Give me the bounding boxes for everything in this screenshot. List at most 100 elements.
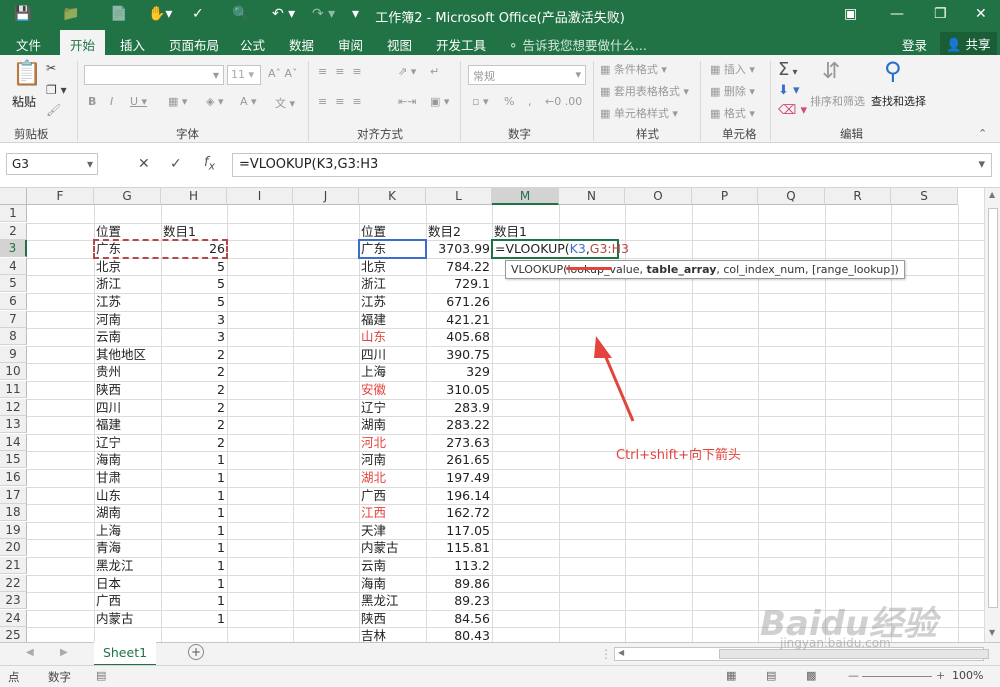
sign-in-link[interactable]: 登录: [902, 35, 927, 54]
table2-name[interactable]: 湖南: [361, 416, 424, 433]
macro-record-icon[interactable]: ▤: [96, 669, 106, 682]
active-cell-m3-editor[interactable]: =VLOOKUP(K3,G3:H3: [491, 239, 629, 259]
page-break-view-icon[interactable]: ▩: [806, 669, 816, 682]
column-header-p[interactable]: P: [692, 188, 758, 205]
normal-view-icon[interactable]: ▦: [726, 669, 736, 682]
row-header-2[interactable]: 2: [0, 222, 27, 240]
column-header-i[interactable]: I: [227, 188, 293, 205]
table1-value[interactable]: 1: [163, 487, 225, 504]
vertical-align-icons[interactable]: ≡≡≡: [318, 65, 370, 78]
tab-developer[interactable]: 开发工具: [436, 35, 486, 54]
minimize-icon[interactable]: —: [890, 6, 904, 22]
row-header-25[interactable]: 25: [0, 627, 27, 642]
column-header-h[interactable]: H: [161, 188, 227, 205]
table1-name[interactable]: 山东: [96, 487, 159, 504]
tab-splitter-icon[interactable]: ⋮: [600, 647, 612, 661]
table2-value[interactable]: 273.63: [428, 434, 490, 451]
table2-value[interactable]: 162.72: [428, 504, 490, 521]
table2-value[interactable]: 310.05: [428, 381, 490, 398]
table1-name[interactable]: 北京: [96, 258, 159, 275]
zoom-level[interactable]: 100%: [952, 669, 983, 682]
table2-value[interactable]: 283.9: [428, 399, 490, 416]
table2-value[interactable]: 115.81: [428, 539, 490, 556]
table1-name[interactable]: 日本: [96, 575, 159, 592]
orientation-icon[interactable]: ⇗ ▾: [398, 65, 416, 78]
tooltip-arg2[interactable]: table_array: [647, 263, 717, 276]
cell-l2[interactable]: 数目2: [428, 223, 490, 240]
table1-value[interactable]: 2: [163, 416, 225, 433]
tab-page-layout[interactable]: 页面布局: [169, 35, 219, 54]
vertical-scroll-thumb[interactable]: [988, 208, 998, 608]
cell-styles-button[interactable]: ▦ 单元格样式 ▾: [600, 105, 678, 121]
row-header-5[interactable]: 5: [0, 275, 27, 293]
table1-name[interactable]: 海南: [96, 451, 159, 468]
table1-name[interactable]: 福建: [96, 416, 159, 433]
merge-icon[interactable]: ▣ ▾: [430, 95, 449, 108]
table2-value[interactable]: 84.56: [428, 610, 490, 627]
table2-value[interactable]: 729.1: [428, 275, 490, 292]
tab-insert[interactable]: 插入: [120, 35, 145, 54]
table1-name[interactable]: 上海: [96, 522, 159, 539]
table2-name[interactable]: 河北: [361, 434, 424, 451]
decimal-icons[interactable]: ←0 .00: [545, 95, 582, 108]
table2-name[interactable]: 北京: [361, 258, 424, 275]
row-header-11[interactable]: 11: [0, 381, 27, 398]
table2-name[interactable]: 天津: [361, 522, 424, 539]
percent-icon[interactable]: %: [504, 95, 514, 108]
table1-value[interactable]: 2: [163, 346, 225, 363]
table2-name[interactable]: 广西: [361, 487, 424, 504]
table2-value[interactable]: 3703.99: [428, 240, 490, 257]
table2-value[interactable]: 117.05: [428, 522, 490, 539]
font-name-select[interactable]: ▾: [84, 65, 224, 85]
share-button[interactable]: 👤 共享: [940, 32, 997, 55]
horizontal-align-icons[interactable]: ≡≡≡: [318, 95, 370, 108]
table2-value[interactable]: 421.21: [428, 311, 490, 328]
worksheet-grid[interactable]: FGHIJKLMNOPQRS 1 2 3 4 5 6 7 8 9 10 11 12 13 14 15 16 17…: [0, 188, 984, 642]
close-icon[interactable]: ✕: [975, 6, 987, 22]
table2-name[interactable]: 河南: [361, 451, 424, 468]
table2-name[interactable]: 浙江: [361, 275, 424, 292]
tell-me-search[interactable]: ⚬ 告诉我您想要做什么...: [508, 35, 647, 54]
table2-name[interactable]: 山东: [361, 328, 424, 345]
bold-icon[interactable]: B: [88, 95, 96, 108]
insert-cells-button[interactable]: ▦ 插入 ▾: [710, 61, 755, 77]
border-icon[interactable]: ▦ ▾: [168, 95, 187, 108]
table2-value[interactable]: 261.65: [428, 451, 490, 468]
row-header-9[interactable]: 9: [0, 345, 27, 363]
table2-value[interactable]: 113.2: [428, 557, 490, 574]
row-header-4[interactable]: 4: [0, 257, 27, 275]
table1-value[interactable]: 2: [163, 363, 225, 380]
row-header-22[interactable]: 22: [0, 574, 27, 592]
table1-value[interactable]: 1: [163, 539, 225, 556]
table1-name[interactable]: 甘肃: [96, 469, 159, 486]
find-select-icon[interactable]: ⚲: [884, 57, 902, 85]
table2-name[interactable]: 云南: [361, 557, 424, 574]
table1-value[interactable]: 5: [163, 275, 225, 292]
row-header-24[interactable]: 24: [0, 609, 27, 627]
cell-k2[interactable]: 位置: [361, 223, 424, 240]
table2-value[interactable]: 197.49: [428, 469, 490, 486]
italic-icon[interactable]: I: [110, 95, 113, 108]
table2-name[interactable]: 黑龙江: [361, 592, 424, 609]
table1-value[interactable]: 1: [163, 557, 225, 574]
currency-icon[interactable]: ▫ ▾: [472, 95, 488, 108]
table1-value[interactable]: 1: [163, 504, 225, 521]
cut-icon[interactable]: ✂: [46, 61, 56, 75]
column-header-n[interactable]: N: [559, 188, 625, 205]
table2-name[interactable]: 吉林: [361, 627, 424, 642]
row-header-13[interactable]: 13: [0, 416, 27, 434]
table1-name[interactable]: 云南: [96, 328, 159, 345]
table2-name[interactable]: 内蒙古: [361, 539, 424, 556]
cell-h2[interactable]: 数目1: [163, 223, 225, 240]
zoom-out-icon[interactable]: —: [848, 669, 859, 682]
zoom-in-icon[interactable]: +: [936, 669, 945, 682]
next-sheet-icon[interactable]: ▶: [60, 647, 68, 658]
vertical-scrollbar[interactable]: ▲ ▼: [984, 188, 1000, 642]
table2-value[interactable]: 283.22: [428, 416, 490, 433]
tab-formulas[interactable]: 公式: [240, 35, 265, 54]
table1-value[interactable]: 3: [163, 328, 225, 345]
table2-name[interactable]: 江苏: [361, 293, 424, 310]
scroll-left-icon[interactable]: ◀: [618, 648, 624, 657]
table1-name[interactable]: 其他地区: [96, 346, 159, 363]
table1-value[interactable]: 2: [163, 399, 225, 416]
